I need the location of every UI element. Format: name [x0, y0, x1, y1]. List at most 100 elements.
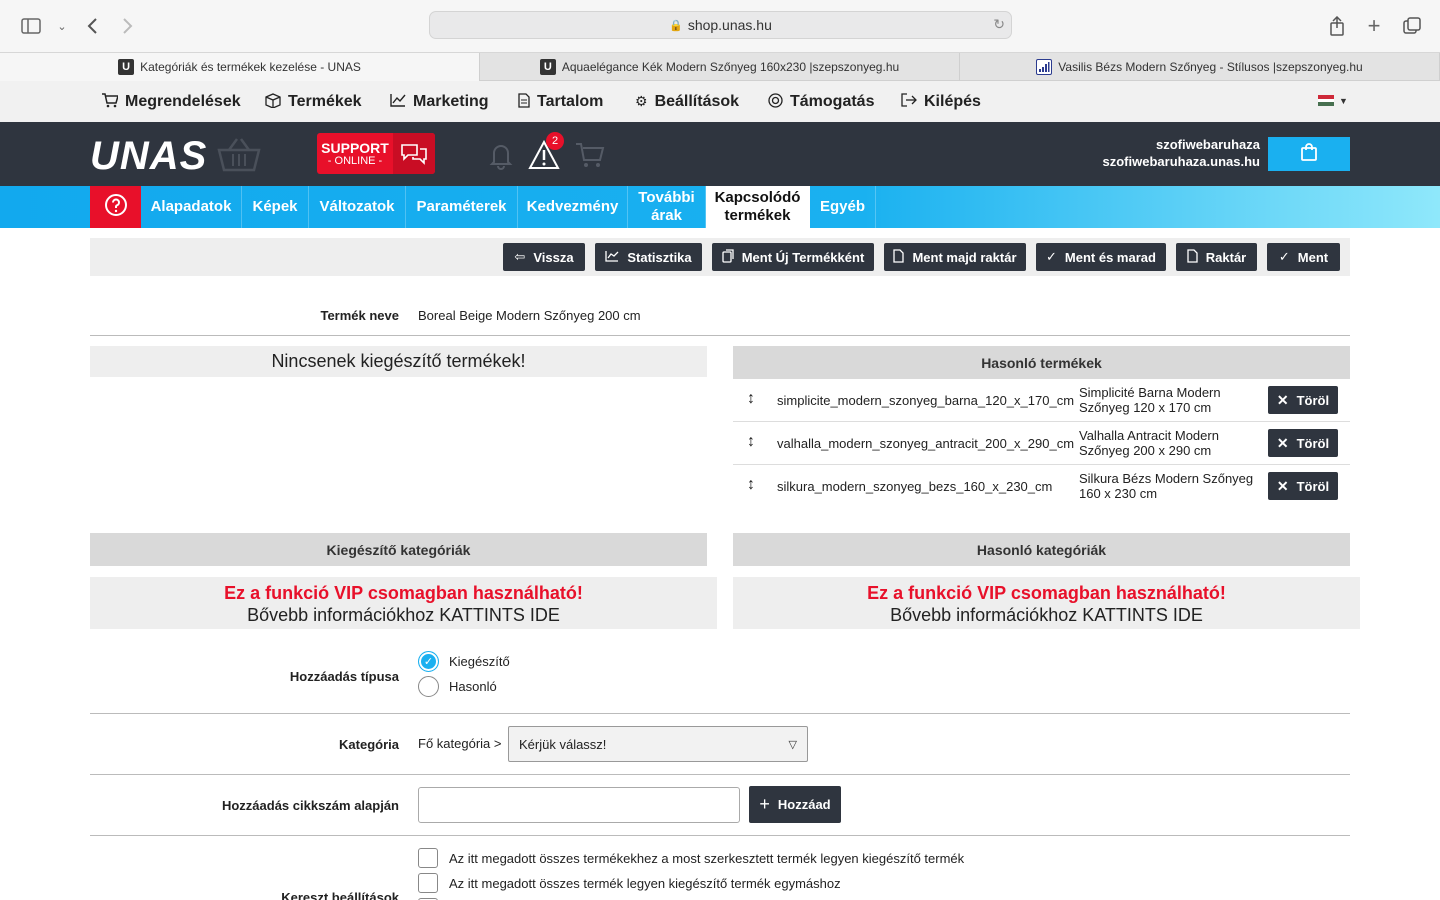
save-then-stock-button[interactable]: Ment majd raktár — [884, 243, 1026, 271]
similar-categories-header: Hasonló kategóriák — [733, 533, 1350, 566]
delete-button[interactable]: ✕ Töröl — [1268, 429, 1338, 457]
vip-more-info-link[interactable]: Bővebb információkhoz KATTINTS IDE — [90, 605, 717, 626]
radio-similar[interactable] — [418, 676, 439, 697]
menu-label: Kilépés — [924, 92, 981, 110]
chat-icon — [393, 133, 435, 174]
sku-input[interactable] — [418, 787, 740, 823]
checkbox-label: Az itt megadott összes termékekhez a mos… — [449, 851, 965, 866]
tab-related-products[interactable]: Kapcsolódó termékek — [706, 186, 810, 228]
chart-icon — [605, 250, 619, 265]
product-title: Valhalla Antracit Modern Szőnyeg 200 x 2… — [1079, 428, 1219, 458]
hungarian-flag-icon[interactable] — [1318, 95, 1334, 106]
cross-option-1-checkbox[interactable] — [418, 848, 438, 868]
tab-parameters[interactable]: Paraméterek — [406, 186, 518, 228]
button-label: Ment és marad — [1064, 249, 1156, 265]
stock-button[interactable]: Raktár — [1176, 243, 1257, 271]
tab-basic-data[interactable]: Alapadatok — [141, 186, 242, 228]
save-as-new-button[interactable]: Ment Új Termékként — [712, 243, 874, 271]
bell-icon[interactable] — [486, 140, 516, 170]
help-button[interactable] — [90, 186, 141, 228]
menu-products[interactable]: Termékek — [265, 81, 362, 122]
tab-other[interactable]: Egyéb — [810, 186, 876, 228]
lifebuoy-icon — [768, 92, 783, 111]
tab-discount[interactable]: Kedvezmény — [518, 186, 628, 228]
copy-icon — [722, 248, 734, 266]
save-and-stay-button[interactable]: ✓ Ment és marad — [1036, 243, 1166, 271]
sidebar-toggle-icon[interactable] — [19, 14, 43, 38]
share-icon[interactable] — [1325, 14, 1349, 38]
menu-label: Tartalom — [537, 92, 604, 110]
menu-support[interactable]: Támogatás — [768, 81, 874, 122]
menu-marketing[interactable]: Marketing — [390, 81, 489, 122]
bars-favicon-icon — [1036, 59, 1053, 75]
drag-handle-icon[interactable]: ↕ — [747, 390, 755, 408]
browser-tab-1[interactable]: U Kategóriák és termékek kezelése - UNAS — [0, 53, 480, 81]
menu-label: Megrendelések — [125, 92, 241, 110]
action-bar: ⇦ Vissza Statisztika Ment Új Termékként M… — [90, 238, 1350, 276]
chevron-down-icon[interactable]: ⌄ — [50, 14, 74, 38]
document-icon — [893, 248, 905, 266]
menu-settings[interactable]: ⚙ Beállítások — [635, 81, 739, 122]
url-text: shop.unas.hu — [687, 17, 772, 33]
menu-orders[interactable]: Megrendelések — [101, 81, 241, 122]
button-label: Statisztika — [627, 249, 692, 265]
back-button[interactable]: ⇦ Vissza — [503, 243, 585, 271]
vip-notice[interactable]: Ez a funkció VIP csomagban használható! … — [90, 577, 717, 629]
complementary-categories-header: Kiegészítő kategóriák — [90, 533, 707, 566]
delete-button[interactable]: ✕ Töröl — [1268, 386, 1338, 414]
category-breadcrumb: Fő kategória > — [418, 736, 502, 751]
divider — [90, 335, 1350, 336]
lock-icon: 🔒 — [669, 19, 683, 32]
vip-notice[interactable]: Ez a funkció VIP csomagban használható! … — [733, 577, 1360, 629]
forward-arrow-icon[interactable] — [116, 14, 140, 38]
tab-images[interactable]: Képek — [242, 186, 309, 228]
chevron-down-icon[interactable]: ▼ — [1339, 96, 1348, 106]
browser-tab-2[interactable]: U Aquaelégance Kék Modern Szőnyeg 160x23… — [480, 53, 960, 81]
support-online-button[interactable]: SUPPORT - ONLINE - — [317, 133, 435, 174]
shop-account[interactable]: szofiwebaruhaza szofiwebaruhaza.unas.hu — [1103, 136, 1260, 170]
drag-handle-icon[interactable]: ↕ — [747, 433, 755, 451]
product-code: simplicite_modern_szonyeg_barna_120_x_17… — [777, 393, 1075, 408]
back-icon: ⇦ — [514, 249, 526, 264]
menu-content[interactable]: Tartalom — [518, 81, 603, 122]
cross-option-2-checkbox[interactable] — [418, 873, 438, 893]
tab-label: Kategóriák és termékek kezelése - UNAS — [140, 60, 361, 74]
new-tab-icon[interactable]: + — [1362, 13, 1386, 38]
radio-complementary[interactable]: ✓ — [418, 651, 439, 672]
menu-label: Marketing — [413, 92, 489, 110]
similar-products-header: Hasonló termékek — [733, 346, 1350, 379]
add-button[interactable]: + Hozzáad — [749, 786, 841, 823]
browser-tab-3[interactable]: Vasilis Bézs Modern Szőnyeg - Stílusos |… — [960, 53, 1440, 81]
unas-logo[interactable]: UNAS — [90, 134, 207, 179]
category-select[interactable]: Kérjük válassz! ▽ — [508, 726, 808, 762]
box-icon — [265, 92, 281, 111]
tab-overview-icon[interactable] — [1400, 14, 1424, 38]
product-code: silkura_modern_szonyeg_bezs_160_x_230_cm — [777, 479, 1053, 494]
check-icon: ✓ — [1278, 249, 1290, 264]
button-label: Hozzáad — [777, 797, 831, 812]
delete-button[interactable]: ✕ Töröl — [1268, 472, 1338, 500]
drag-handle-icon[interactable]: ↕ — [747, 476, 755, 494]
warning-count-badge: 2 — [546, 132, 564, 150]
document-icon — [518, 92, 530, 111]
chevron-down-icon: ▽ — [788, 739, 797, 751]
table-row: ↕ silkura_modern_szonyeg_bezs_160_x_230_… — [733, 465, 1350, 508]
divider — [90, 835, 1350, 836]
reload-icon[interactable]: ↻ — [993, 16, 1005, 33]
question-icon — [104, 193, 128, 222]
statistics-button[interactable]: Statisztika — [595, 243, 702, 271]
product-name-label: Termék neve — [320, 308, 399, 323]
product-code: valhalla_modern_szonyeg_antracit_200_x_2… — [777, 436, 1075, 451]
back-arrow-icon[interactable] — [80, 14, 104, 38]
webshop-button[interactable] — [1268, 137, 1350, 171]
save-button[interactable]: ✓ Ment — [1267, 243, 1340, 271]
vip-more-info-link[interactable]: Bővebb információkhoz KATTINTS IDE — [733, 605, 1360, 626]
address-bar[interactable]: 🔒 shop.unas.hu ↻ — [429, 11, 1012, 39]
tab-other-prices[interactable]: További árak — [628, 186, 706, 228]
close-icon: ✕ — [1276, 477, 1289, 494]
tab-variants[interactable]: Változatok — [309, 186, 406, 228]
support-status: - ONLINE - — [327, 154, 383, 167]
shopping-cart-icon[interactable] — [574, 140, 605, 170]
menu-logout[interactable]: Kilépés — [901, 81, 981, 122]
close-icon: ✕ — [1276, 434, 1289, 451]
